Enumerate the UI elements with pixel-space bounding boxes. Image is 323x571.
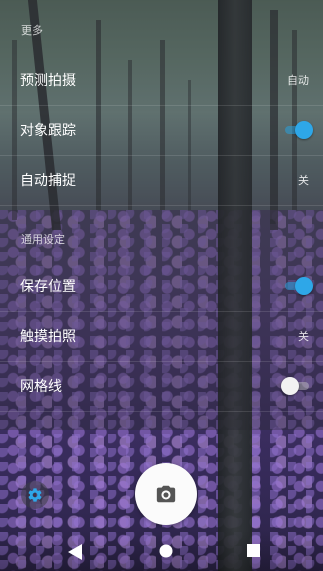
toggle-knob: [281, 377, 299, 395]
setting-label: 保存位置: [20, 279, 76, 295]
back-triangle-icon[interactable]: [68, 544, 82, 560]
setting-grid-lines[interactable]: 网格线: [0, 361, 323, 412]
setting-value: 关: [298, 174, 309, 187]
save-location-toggle[interactable]: [283, 277, 313, 295]
object-tracking-toggle[interactable]: [283, 121, 313, 139]
camera-icon: [156, 485, 176, 503]
section-header-general: 通用设定: [21, 233, 65, 246]
recents-square-icon[interactable]: [247, 544, 260, 557]
settings-panel: 更多 预测拍摄 自动 对象跟踪 自动捕捉 关 通用设定 保存位置 触摸拍照 关 …: [0, 0, 323, 430]
setting-value: 自动: [287, 74, 309, 87]
setting-label: 触摸拍照: [20, 329, 76, 345]
setting-touch-capture[interactable]: 触摸拍照 关: [0, 311, 323, 362]
setting-object-tracking[interactable]: 对象跟踪: [0, 105, 323, 156]
setting-auto-capture[interactable]: 自动捕捉 关: [0, 155, 323, 206]
toggle-knob: [295, 121, 313, 139]
setting-save-location[interactable]: 保存位置: [0, 261, 323, 312]
system-navigation-bar: [0, 530, 323, 571]
settings-button[interactable]: [21, 481, 49, 509]
setting-value: 关: [298, 330, 309, 343]
setting-label: 自动捕捉: [20, 173, 76, 189]
grid-lines-toggle[interactable]: [281, 377, 311, 395]
toggle-knob: [295, 277, 313, 295]
setting-label: 网格线: [20, 379, 62, 395]
gear-icon: [28, 488, 42, 502]
setting-label: 对象跟踪: [20, 123, 76, 139]
shutter-button[interactable]: [135, 463, 197, 525]
setting-label: 预测拍摄: [20, 73, 76, 89]
setting-predictive-capture[interactable]: 预测拍摄 自动: [0, 55, 323, 106]
home-circle-icon[interactable]: [159, 544, 173, 558]
section-header-more: 更多: [21, 24, 43, 37]
